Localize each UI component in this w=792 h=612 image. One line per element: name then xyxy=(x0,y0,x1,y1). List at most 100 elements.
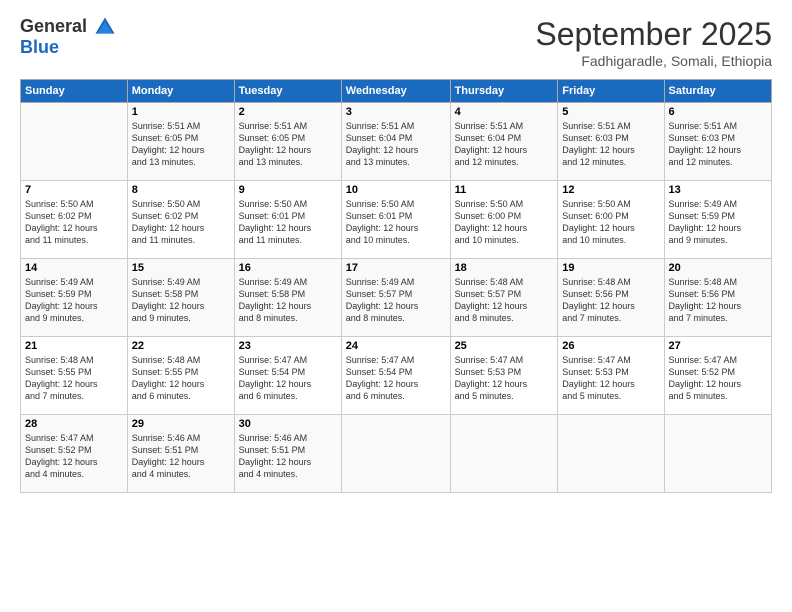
calendar-cell: 27 Sunrise: 5:47 AMSunset: 5:52 PMDayligh… xyxy=(664,337,771,415)
day-number: 26 xyxy=(562,340,659,352)
day-info: Sunrise: 5:47 AMSunset: 5:54 PMDaylight:… xyxy=(239,354,337,403)
week-row-0: 1 Sunrise: 5:51 AMSunset: 6:05 PMDaylight… xyxy=(21,103,772,181)
day-number: 5 xyxy=(562,106,659,118)
day-number: 13 xyxy=(669,184,767,196)
col-tuesday: Tuesday xyxy=(234,80,341,103)
header-row: Sunday Monday Tuesday Wednesday Thursday… xyxy=(21,80,772,103)
day-number: 23 xyxy=(239,340,337,352)
day-info: Sunrise: 5:46 AMSunset: 5:51 PMDaylight:… xyxy=(239,432,337,481)
day-info: Sunrise: 5:51 AMSunset: 6:03 PMDaylight:… xyxy=(562,120,659,169)
day-info: Sunrise: 5:51 AMSunset: 6:03 PMDaylight:… xyxy=(669,120,767,169)
day-number: 15 xyxy=(132,262,230,274)
calendar-cell: 18 Sunrise: 5:48 AMSunset: 5:57 PMDayligh… xyxy=(450,259,558,337)
day-info: Sunrise: 5:47 AMSunset: 5:53 PMDaylight:… xyxy=(455,354,554,403)
day-info: Sunrise: 5:47 AMSunset: 5:52 PMDaylight:… xyxy=(669,354,767,403)
day-number: 20 xyxy=(669,262,767,274)
day-number: 22 xyxy=(132,340,230,352)
day-number: 3 xyxy=(346,106,446,118)
calendar-cell: 20 Sunrise: 5:48 AMSunset: 5:56 PMDayligh… xyxy=(664,259,771,337)
logo: General Blue xyxy=(20,16,116,58)
day-number: 14 xyxy=(25,262,123,274)
calendar-cell: 3 Sunrise: 5:51 AMSunset: 6:04 PMDaylight… xyxy=(341,103,450,181)
day-info: Sunrise: 5:46 AMSunset: 5:51 PMDaylight:… xyxy=(132,432,230,481)
col-monday: Monday xyxy=(127,80,234,103)
day-number: 8 xyxy=(132,184,230,196)
calendar-cell: 11 Sunrise: 5:50 AMSunset: 6:00 PMDayligh… xyxy=(450,181,558,259)
calendar-cell xyxy=(341,415,450,493)
calendar-cell: 13 Sunrise: 5:49 AMSunset: 5:59 PMDayligh… xyxy=(664,181,771,259)
col-friday: Friday xyxy=(558,80,664,103)
day-number: 29 xyxy=(132,418,230,430)
day-info: Sunrise: 5:48 AMSunset: 5:56 PMDaylight:… xyxy=(669,276,767,325)
title-block: September 2025 Fadhigaradle, Somali, Eth… xyxy=(535,16,772,69)
col-saturday: Saturday xyxy=(664,80,771,103)
day-number: 9 xyxy=(239,184,337,196)
calendar-cell: 15 Sunrise: 5:49 AMSunset: 5:58 PMDayligh… xyxy=(127,259,234,337)
week-row-1: 7 Sunrise: 5:50 AMSunset: 6:02 PMDaylight… xyxy=(21,181,772,259)
calendar-cell: 10Sunrise: 5:50 AMSunset: 6:01 PMDayligh… xyxy=(341,181,450,259)
week-row-2: 14Sunrise: 5:49 AMSunset: 5:59 PMDayligh… xyxy=(21,259,772,337)
day-number: 18 xyxy=(455,262,554,274)
day-number: 10 xyxy=(346,184,446,196)
calendar-cell: 22 Sunrise: 5:48 AMSunset: 5:55 PMDayligh… xyxy=(127,337,234,415)
day-info: Sunrise: 5:48 AMSunset: 5:55 PMDaylight:… xyxy=(132,354,230,403)
day-number: 28 xyxy=(25,418,123,430)
day-info: Sunrise: 5:49 AMSunset: 5:59 PMDaylight:… xyxy=(669,198,767,247)
calendar-cell: 9 Sunrise: 5:50 AMSunset: 6:01 PMDaylight… xyxy=(234,181,341,259)
calendar-cell: 16Sunrise: 5:49 AMSunset: 5:58 PMDayligh… xyxy=(234,259,341,337)
month-title: September 2025 xyxy=(535,16,772,53)
day-number: 21 xyxy=(25,340,123,352)
logo-general: General xyxy=(20,16,87,36)
calendar-cell: 23 Sunrise: 5:47 AMSunset: 5:54 PMDayligh… xyxy=(234,337,341,415)
day-info: Sunrise: 5:48 AMSunset: 5:55 PMDaylight:… xyxy=(25,354,123,403)
day-info: Sunrise: 5:49 AMSunset: 5:57 PMDaylight:… xyxy=(346,276,446,325)
col-wednesday: Wednesday xyxy=(341,80,450,103)
week-row-4: 28 Sunrise: 5:47 AMSunset: 5:52 PMDayligh… xyxy=(21,415,772,493)
day-number: 25 xyxy=(455,340,554,352)
calendar-cell xyxy=(450,415,558,493)
day-info: Sunrise: 5:49 AMSunset: 5:58 PMDaylight:… xyxy=(132,276,230,325)
day-info: Sunrise: 5:51 AMSunset: 6:04 PMDaylight:… xyxy=(346,120,446,169)
calendar-cell: 2 Sunrise: 5:51 AMSunset: 6:05 PMDaylight… xyxy=(234,103,341,181)
day-info: Sunrise: 5:50 AMSunset: 6:01 PMDaylight:… xyxy=(239,198,337,247)
calendar-cell: 12Sunrise: 5:50 AMSunset: 6:00 PMDayligh… xyxy=(558,181,664,259)
day-number: 19 xyxy=(562,262,659,274)
day-info: Sunrise: 5:51 AMSunset: 6:05 PMDaylight:… xyxy=(239,120,337,169)
day-number: 2 xyxy=(239,106,337,118)
calendar-cell: 14Sunrise: 5:49 AMSunset: 5:59 PMDayligh… xyxy=(21,259,128,337)
calendar-cell: 24Sunrise: 5:47 AMSunset: 5:54 PMDayligh… xyxy=(341,337,450,415)
calendar-cell xyxy=(664,415,771,493)
calendar-cell: 7 Sunrise: 5:50 AMSunset: 6:02 PMDaylight… xyxy=(21,181,128,259)
day-number: 11 xyxy=(455,184,554,196)
calendar-cell: 4Sunrise: 5:51 AMSunset: 6:04 PMDaylight… xyxy=(450,103,558,181)
day-number: 12 xyxy=(562,184,659,196)
col-sunday: Sunday xyxy=(21,80,128,103)
week-row-3: 21 Sunrise: 5:48 AMSunset: 5:55 PMDayligh… xyxy=(21,337,772,415)
day-number: 30 xyxy=(239,418,337,430)
day-info: Sunrise: 5:50 AMSunset: 6:02 PMDaylight:… xyxy=(25,198,123,247)
calendar-cell: 8Sunrise: 5:50 AMSunset: 6:02 PMDaylight… xyxy=(127,181,234,259)
calendar-cell: 28 Sunrise: 5:47 AMSunset: 5:52 PMDayligh… xyxy=(21,415,128,493)
calendar-cell: 6 Sunrise: 5:51 AMSunset: 6:03 PMDaylight… xyxy=(664,103,771,181)
calendar-cell xyxy=(21,103,128,181)
day-info: Sunrise: 5:47 AMSunset: 5:52 PMDaylight:… xyxy=(25,432,123,481)
col-thursday: Thursday xyxy=(450,80,558,103)
day-number: 7 xyxy=(25,184,123,196)
day-number: 6 xyxy=(669,106,767,118)
day-info: Sunrise: 5:50 AMSunset: 6:00 PMDaylight:… xyxy=(455,198,554,247)
day-number: 1 xyxy=(132,106,230,118)
calendar-table: Sunday Monday Tuesday Wednesday Thursday… xyxy=(20,79,772,493)
day-number: 27 xyxy=(669,340,767,352)
calendar-cell: 30 Sunrise: 5:46 AMSunset: 5:51 PMDayligh… xyxy=(234,415,341,493)
day-info: Sunrise: 5:49 AMSunset: 5:58 PMDaylight:… xyxy=(239,276,337,325)
day-info: Sunrise: 5:48 AMSunset: 5:56 PMDaylight:… xyxy=(562,276,659,325)
calendar-cell: 1Sunrise: 5:51 AMSunset: 6:05 PMDaylight… xyxy=(127,103,234,181)
day-info: Sunrise: 5:47 AMSunset: 5:54 PMDaylight:… xyxy=(346,354,446,403)
logo-blue: Blue xyxy=(20,37,59,57)
day-info: Sunrise: 5:51 AMSunset: 6:04 PMDaylight:… xyxy=(455,120,554,169)
calendar-cell: 5 Sunrise: 5:51 AMSunset: 6:03 PMDaylight… xyxy=(558,103,664,181)
day-info: Sunrise: 5:48 AMSunset: 5:57 PMDaylight:… xyxy=(455,276,554,325)
calendar-cell xyxy=(558,415,664,493)
calendar-cell: 26Sunrise: 5:47 AMSunset: 5:53 PMDayligh… xyxy=(558,337,664,415)
calendar-cell: 19 Sunrise: 5:48 AMSunset: 5:56 PMDayligh… xyxy=(558,259,664,337)
